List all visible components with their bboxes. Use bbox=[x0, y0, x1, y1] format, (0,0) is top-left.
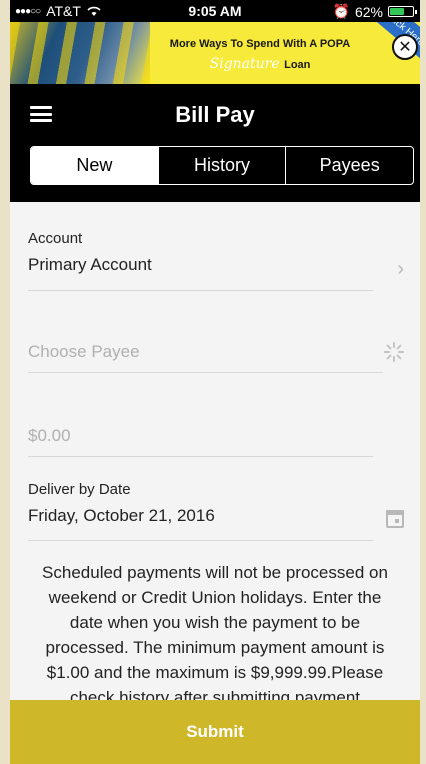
app-screen: ●●●○○ AT&T 9:05 AM ⏰ 62% More Ways To Sp… bbox=[10, 0, 420, 764]
close-icon[interactable]: ✕ bbox=[392, 34, 418, 60]
submit-button[interactable]: Submit bbox=[10, 700, 420, 764]
account-field[interactable]: Account Primary Account bbox=[28, 230, 373, 275]
amount-placeholder: $0.00 bbox=[28, 426, 71, 445]
loading-spinner-icon bbox=[384, 342, 404, 362]
tab-payees[interactable]: Payees bbox=[285, 147, 413, 184]
tab-history[interactable]: History bbox=[157, 147, 286, 184]
page-title: Bill Pay bbox=[175, 102, 255, 127]
navbar: Bill Pay New History Payees bbox=[10, 84, 420, 202]
battery-icon bbox=[388, 6, 417, 17]
ad-banner[interactable]: More Ways To Spend With A POPA Signature… bbox=[10, 22, 420, 84]
banner-subline: Signature Loan bbox=[209, 56, 311, 72]
banner-headline: More Ways To Spend With A POPA bbox=[169, 38, 351, 50]
payee-placeholder: Choose Payee bbox=[28, 342, 140, 361]
battery-percent: 62% bbox=[354, 3, 383, 20]
amount-field[interactable]: $0.00 bbox=[28, 426, 373, 446]
chevron-right-icon: › bbox=[397, 258, 404, 280]
payee-field[interactable]: Choose Payee bbox=[28, 342, 373, 362]
account-label: Account bbox=[28, 230, 83, 247]
segmented-tabs: New History Payees bbox=[30, 146, 414, 185]
tab-new[interactable]: New bbox=[31, 147, 158, 184]
alarm-icon: ⏰ bbox=[332, 3, 350, 19]
status-bar: ●●●○○ AT&T 9:05 AM ⏰ 62% bbox=[10, 0, 420, 22]
payment-notice: Scheduled payments will not be processed… bbox=[42, 563, 388, 707]
account-value: Primary Account bbox=[28, 255, 152, 274]
deliver-date-field[interactable]: Deliver by Date Friday, October 21, 2016 bbox=[28, 481, 373, 526]
calendar-icon[interactable] bbox=[386, 510, 404, 528]
deliver-date-label: Deliver by Date bbox=[28, 481, 131, 498]
deliver-date-value: Friday, October 21, 2016 bbox=[28, 506, 215, 525]
